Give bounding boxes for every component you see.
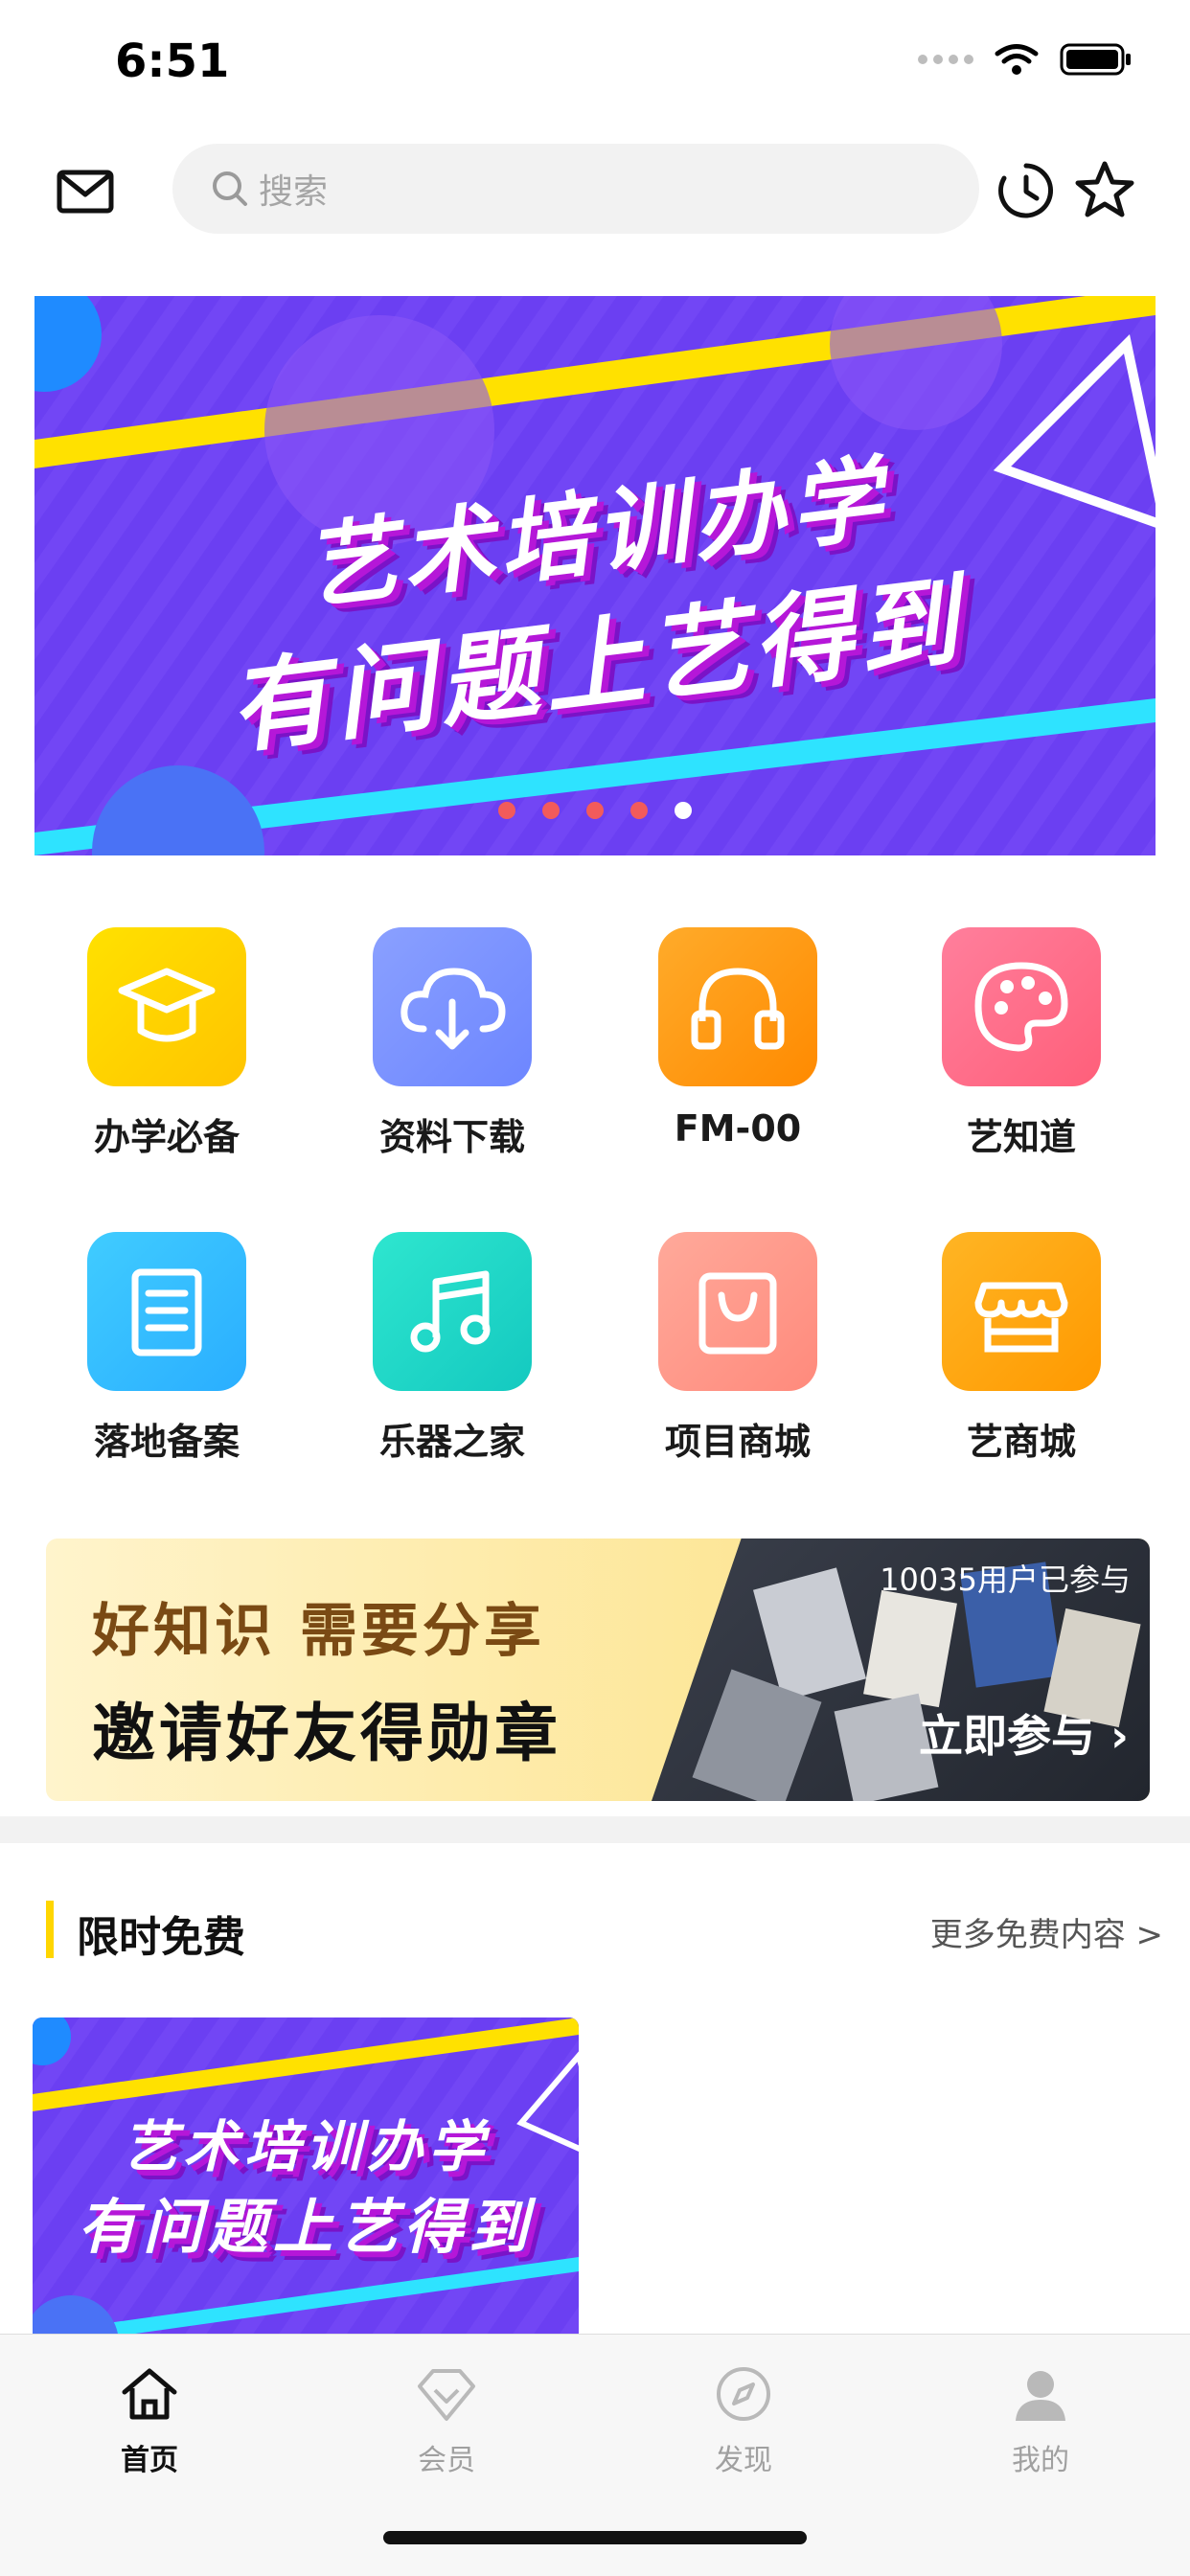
- tab-label: 首页: [121, 2444, 178, 2477]
- tab-membership[interactable]: 会员: [351, 2363, 542, 2478]
- carousel-dot[interactable]: [542, 802, 560, 819]
- grid-item-art-mall[interactable]: 艺商城: [916, 1232, 1127, 1465]
- search-input[interactable]: 搜索: [172, 144, 979, 234]
- battery-icon: [1060, 43, 1131, 76]
- promo-line-2: 邀请好友得勋章: [92, 1697, 561, 1770]
- palette-icon: [942, 927, 1101, 1086]
- wifi-icon: [995, 44, 1039, 75]
- signal-icon: [918, 55, 973, 64]
- search-placeholder: 搜索: [259, 172, 329, 212]
- tab-label: 发现: [715, 2444, 772, 2477]
- star-icon[interactable]: [1073, 159, 1136, 222]
- grid-item-art-knowledge[interactable]: 艺知道: [916, 927, 1127, 1160]
- cloud-download-icon: [373, 927, 532, 1086]
- card-headline-2: 有问题上艺得到: [77, 2192, 534, 2262]
- participant-count: 10035用户已参与: [880, 1562, 1131, 1598]
- carousel-dot[interactable]: [630, 802, 648, 819]
- home-indicator: [383, 2531, 807, 2544]
- tab-label: 会员: [418, 2444, 475, 2477]
- grid-item-school-essentials[interactable]: 办学必备: [61, 927, 272, 1160]
- mail-icon[interactable]: [56, 161, 115, 220]
- grid-item-downloads[interactable]: 资料下载: [347, 927, 558, 1160]
- grid-item-project-mall[interactable]: 项目商城: [632, 1232, 843, 1465]
- history-icon[interactable]: [996, 161, 1056, 220]
- status-indicators: [918, 42, 1133, 77]
- section-divider: [0, 1816, 1190, 1843]
- grid-item-filing[interactable]: 落地备案: [61, 1232, 272, 1465]
- tab-profile[interactable]: 我的: [945, 2363, 1136, 2478]
- store-icon: [942, 1232, 1101, 1391]
- more-free-content-link[interactable]: 更多免费内容 >: [930, 1908, 1163, 1955]
- grid-label: 办学必备: [93, 1116, 240, 1158]
- grid-item-instruments[interactable]: 乐器之家: [347, 1232, 558, 1465]
- grid-label: 资料下载: [378, 1116, 525, 1158]
- invite-promo-banner[interactable]: 好知识 需要分享 邀请好友得勋章 10035用户已参与 立即参与 ›: [46, 1539, 1150, 1801]
- card-headline-1: 艺术培训办学: [121, 2114, 490, 2179]
- tab-discover[interactable]: 发现: [648, 2363, 839, 2478]
- banner-carousel[interactable]: 艺术培训办学 有问题上艺得到: [34, 296, 1156, 855]
- home-icon: [122, 2368, 177, 2420]
- music-note-icon: [373, 1232, 532, 1391]
- grid-label: 艺商城: [966, 1421, 1076, 1463]
- document-icon: [87, 1232, 246, 1391]
- grid-label: FM-00: [674, 1107, 802, 1150]
- status-time: 6:51: [115, 34, 230, 88]
- grid-label: 项目商城: [664, 1421, 811, 1463]
- grid-label: 艺知道: [966, 1116, 1076, 1158]
- headphones-icon: [658, 927, 817, 1086]
- join-now-button[interactable]: 立即参与 ›: [919, 1701, 1129, 1765]
- grid-item-fm[interactable]: FM-00: [632, 927, 843, 1150]
- section-title: 限时免费: [77, 1913, 245, 1962]
- search-icon: [213, 171, 247, 206]
- section-accent-bar: [46, 1901, 54, 1958]
- graduation-cap-icon: [87, 927, 246, 1086]
- tab-label: 我的: [1012, 2444, 1069, 2477]
- compass-icon: [717, 2367, 770, 2421]
- carousel-dot[interactable]: [498, 802, 515, 819]
- tab-home[interactable]: 首页: [54, 2363, 245, 2478]
- shopping-bag-icon: [658, 1232, 817, 1391]
- grid-label: 乐器之家: [378, 1421, 525, 1463]
- free-course-card[interactable]: 艺术培训办学 有问题上艺得到: [33, 2017, 579, 2343]
- carousel-dots: [34, 802, 1156, 819]
- diamond-icon: [418, 2369, 475, 2421]
- carousel-dot[interactable]: [586, 802, 604, 819]
- grid-label: 落地备案: [93, 1421, 240, 1463]
- carousel-dot-active[interactable]: [675, 802, 692, 819]
- promo-line-1: 好知识 需要分享: [92, 1598, 545, 1665]
- profile-icon: [1016, 2371, 1065, 2421]
